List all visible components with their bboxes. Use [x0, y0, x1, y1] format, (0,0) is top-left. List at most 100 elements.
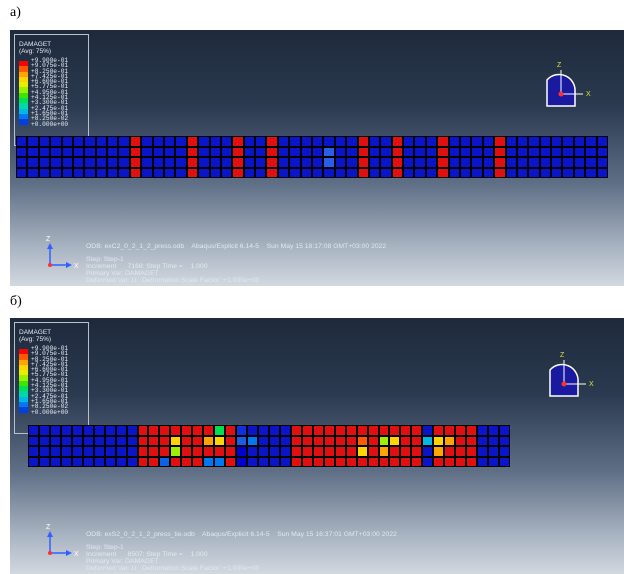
triad-x-label: X	[586, 91, 591, 98]
mesh-element	[175, 146, 187, 157]
mesh-element	[505, 157, 517, 168]
mesh-element	[159, 456, 171, 467]
mesh-element	[471, 167, 483, 178]
mesh-element	[494, 167, 506, 178]
triad-x-label: X	[589, 381, 594, 388]
mesh-element	[115, 456, 127, 467]
mesh-element	[323, 167, 335, 178]
mesh-element	[551, 167, 563, 178]
mesh-element	[455, 425, 467, 436]
mesh-element	[596, 157, 608, 168]
panel-label-a: a)	[10, 5, 21, 20]
mesh-element	[562, 157, 574, 168]
legend-color-bar	[19, 349, 28, 413]
mesh-element	[516, 136, 529, 147]
mesh-element	[277, 167, 290, 178]
mesh-element	[38, 446, 50, 457]
mesh-element	[181, 446, 193, 457]
mesh-element	[380, 136, 392, 147]
mesh-element	[391, 157, 404, 168]
mesh-element	[301, 446, 313, 457]
mesh-element	[499, 446, 510, 457]
mesh-element	[539, 146, 552, 157]
mesh-element	[444, 435, 456, 446]
info-deformed-var: Deformed Var: U Deformation Scale Factor…	[86, 277, 260, 284]
mesh-element	[16, 146, 28, 157]
mesh-element	[378, 435, 390, 446]
mesh-element	[198, 146, 210, 157]
mesh-element	[323, 446, 335, 457]
mesh-element	[466, 425, 478, 436]
mesh-element	[192, 425, 204, 436]
mesh-element	[528, 167, 540, 178]
mesh-element	[448, 157, 460, 168]
mesh-element	[357, 136, 369, 147]
mesh-element	[72, 167, 85, 178]
mesh-element	[311, 146, 324, 157]
mesh-element	[551, 136, 563, 147]
mesh-element	[137, 446, 149, 457]
mesh-element	[411, 456, 423, 467]
mesh-element	[95, 167, 108, 178]
mesh-element	[163, 146, 176, 157]
mesh-element	[437, 157, 449, 168]
mesh-element	[61, 136, 73, 147]
mesh-element	[27, 167, 39, 178]
mesh-element	[389, 446, 401, 457]
mesh-element	[311, 157, 324, 168]
mesh-element	[323, 425, 335, 436]
mesh-element	[141, 146, 153, 157]
viewport-b[interactable]: DAMAGET (Avg: 75%) +9.900e-01 +9.075e-01 +…	[10, 318, 624, 574]
mesh-element	[71, 446, 83, 457]
mesh-element	[232, 157, 244, 168]
mesh-element	[95, 136, 108, 147]
mesh-element	[494, 157, 506, 168]
mesh-element	[49, 425, 61, 436]
triad-z-label: Z	[560, 352, 565, 359]
mesh-element	[403, 167, 415, 178]
mesh-element	[170, 446, 182, 457]
mesh-element	[232, 146, 244, 157]
mesh-element	[334, 456, 346, 467]
mesh-element	[411, 425, 423, 436]
mesh-element	[488, 425, 500, 436]
mesh-element	[389, 456, 401, 467]
mesh-element	[175, 136, 187, 147]
mesh-element	[414, 167, 426, 178]
mesh-element	[300, 157, 312, 168]
mesh-element	[192, 435, 204, 446]
mesh-element	[175, 167, 187, 178]
mesh-element	[312, 456, 324, 467]
mesh-element	[61, 167, 73, 178]
mesh-element	[115, 435, 127, 446]
mesh-element	[82, 435, 94, 446]
mesh-element	[356, 446, 368, 457]
mesh-element	[118, 167, 130, 178]
mesh-element	[203, 446, 215, 457]
mesh-element	[71, 435, 83, 446]
mesh-element	[152, 157, 164, 168]
mesh-element	[163, 167, 176, 178]
mesh-element	[152, 136, 164, 147]
mesh-element	[175, 157, 187, 168]
mesh-element	[368, 167, 381, 178]
mesh-element	[255, 167, 267, 178]
mesh-element	[290, 456, 302, 467]
mesh-element	[471, 136, 483, 147]
mesh-element	[455, 435, 467, 446]
mesh-element	[414, 157, 426, 168]
mesh-element	[277, 146, 290, 157]
mesh-element	[126, 456, 138, 467]
mesh-element	[84, 146, 96, 157]
triad-z-label: Z	[557, 62, 562, 69]
mesh-element	[82, 446, 94, 457]
mesh-element	[334, 157, 347, 168]
mesh-element	[243, 136, 256, 147]
mesh-element	[300, 146, 312, 157]
viewport-a[interactable]: DAMAGET (Avg: 75%) +9.900e-01 +9.075e-01 +…	[10, 30, 624, 286]
mesh-element	[159, 446, 171, 457]
mesh-element	[137, 425, 149, 436]
mesh-element	[433, 435, 445, 446]
mesh-element	[104, 456, 116, 467]
mesh-element	[82, 456, 94, 467]
